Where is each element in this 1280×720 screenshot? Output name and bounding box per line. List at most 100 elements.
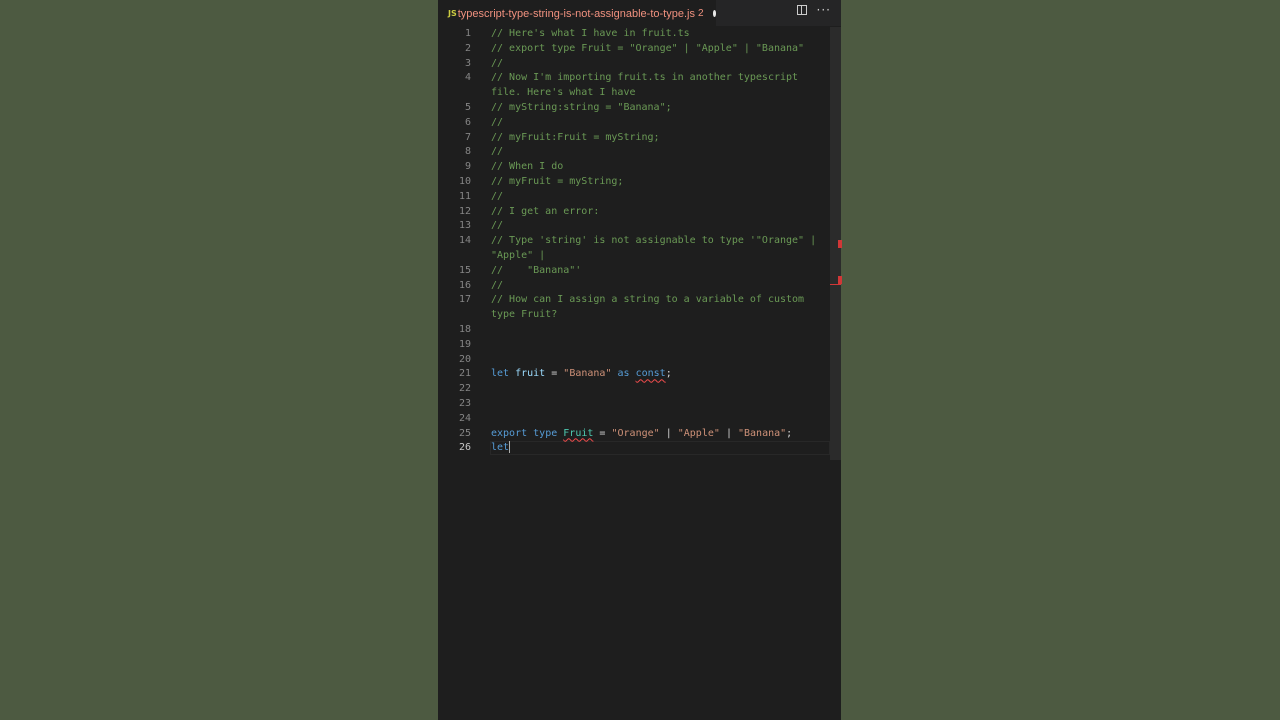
line-number: 6 xyxy=(464,116,471,128)
code-line-12: 12 // I get an error: xyxy=(438,205,830,220)
token-pipe: | xyxy=(665,427,672,439)
code-line-2: 2 // export type Fruit = "Orange" | "Appl… xyxy=(438,42,830,57)
line-number: 22 xyxy=(458,383,471,395)
line-text: // Here's what I have in fruit.ts xyxy=(491,28,690,39)
code-line-14: 14 // Type 'string' is not assignable to … xyxy=(438,234,830,249)
line-text: // export type Fruit = "Orange" | "Apple… xyxy=(491,42,805,54)
code-editor[interactable]: JS typescript-type-string-is-not-assigna… xyxy=(438,0,842,720)
line-number: 15 xyxy=(458,264,471,276)
line-text: let xyxy=(491,441,823,456)
token-let: let xyxy=(491,368,510,380)
line-number: 21 xyxy=(458,368,471,380)
code-line-15: 15 // "Banana"' xyxy=(438,264,830,279)
token-export: export xyxy=(491,427,528,439)
line-number: 11 xyxy=(458,190,471,202)
line-number: 17 xyxy=(458,294,471,306)
code-line-17-wrap: type Fruit? xyxy=(438,308,830,323)
line-number: 13 xyxy=(458,220,471,232)
token-semicolon: ; xyxy=(665,368,672,380)
line-text: // Type 'string' is not assignable to ty… xyxy=(491,235,817,247)
code-line-14-wrap: "Apple" | xyxy=(438,249,830,264)
unsaved-dot-icon[interactable] xyxy=(712,10,716,17)
line-text: let fruit = "Banana" as const; xyxy=(491,367,823,382)
token-equals: = xyxy=(599,427,606,439)
line-number: 10 xyxy=(458,175,471,187)
line-number: 2 xyxy=(464,42,471,54)
line-text: // myFruit:Fruit = myString; xyxy=(491,131,660,143)
line-number: 5 xyxy=(464,101,471,113)
token-banana: "Banana" xyxy=(563,368,612,380)
line-number: 16 xyxy=(458,279,471,291)
split-editor-icon[interactable] xyxy=(796,5,807,15)
code-line-19: 19 xyxy=(438,338,830,353)
line-text: // xyxy=(491,146,504,158)
line-text: export type Fruit = "Orange" | "Apple" |… xyxy=(491,427,823,442)
line-text: // myString:string = "Banana"; xyxy=(491,101,672,113)
code-line-24: 24 xyxy=(438,412,830,427)
line-number: 24 xyxy=(458,412,471,424)
code-line-16: 16 // xyxy=(438,279,830,294)
editor-tab[interactable]: JS typescript-type-string-is-not-assigna… xyxy=(438,0,716,26)
left-background xyxy=(0,0,438,720)
error-marker-icon xyxy=(838,240,842,248)
code-lines[interactable]: 1 // Here's what I have in fruit.ts 2 // e… xyxy=(438,27,830,456)
code-line-3: 3 // xyxy=(438,57,830,72)
code-line-8: 8 // xyxy=(438,145,830,160)
line-number: 3 xyxy=(464,57,471,69)
code-line-13: 13 // xyxy=(438,219,830,234)
line-text: // myFruit = myString; xyxy=(491,175,624,187)
code-line-11: 11 // xyxy=(438,190,830,205)
line-text: // I get an error: xyxy=(491,205,600,217)
code-line-18: 18 xyxy=(438,323,830,338)
token-const-error: const xyxy=(635,368,666,380)
code-line-1: 1 // Here's what I have in fruit.ts xyxy=(438,27,830,42)
line-number: 19 xyxy=(458,338,471,350)
code-line-10: 10 // myFruit = myString; xyxy=(438,175,830,190)
line-text: // xyxy=(491,220,504,232)
line-text: // xyxy=(491,116,504,128)
scroll-position-indicator xyxy=(830,284,841,285)
code-line-17: 17 // How can I assign a string to a vari… xyxy=(438,293,830,308)
line-number: 1 xyxy=(464,28,471,39)
code-line-25: 25 export type Fruit = "Orange" | "Apple"… xyxy=(438,427,830,442)
line-text: // How can I assign a string to a variab… xyxy=(491,294,805,306)
line-number: 20 xyxy=(458,353,471,365)
line-text: // Now I'm importing fruit.ts in another… xyxy=(491,72,799,84)
code-line-9: 9 // When I do xyxy=(438,160,830,175)
line-number: 8 xyxy=(464,146,471,158)
code-line-4-wrap: file. Here's what I have xyxy=(438,86,830,101)
token-semicolon: ; xyxy=(786,427,793,439)
text-cursor xyxy=(509,441,511,454)
token-fruit: fruit xyxy=(515,368,546,380)
editor-actions: ··· xyxy=(796,4,831,16)
code-line-26: 26 let xyxy=(438,441,830,456)
line-text: // xyxy=(491,279,504,291)
line-number: 7 xyxy=(464,131,471,143)
line-text: // xyxy=(491,190,504,202)
token-orange: "Orange" xyxy=(611,427,660,439)
line-number: 12 xyxy=(458,205,471,217)
javascript-file-icon: JS xyxy=(448,9,457,18)
token-type: type xyxy=(533,427,558,439)
code-line-6: 6 // xyxy=(438,116,830,131)
problem-count-badge: 2 xyxy=(697,8,704,19)
line-text: // "Banana"' xyxy=(491,264,582,276)
line-text: "Apple" | xyxy=(491,249,546,261)
token-banana: "Banana" xyxy=(738,427,787,439)
token-as: as xyxy=(617,368,630,380)
token-fruit-type-error: Fruit xyxy=(563,427,594,439)
more-actions-icon[interactable]: ··· xyxy=(817,4,831,16)
code-line-7: 7 // myFruit:Fruit = myString; xyxy=(438,131,830,146)
token-pipe: | xyxy=(725,427,732,439)
line-text: // When I do xyxy=(491,161,564,173)
token-let: let xyxy=(491,442,510,454)
line-text: // xyxy=(491,57,504,69)
code-line-22: 22 xyxy=(438,382,830,397)
line-text: file. Here's what I have xyxy=(491,87,636,99)
code-line-20: 20 xyxy=(438,353,830,368)
line-number: 9 xyxy=(464,161,471,173)
error-marker-icon xyxy=(838,276,842,284)
line-number: 18 xyxy=(458,323,471,335)
line-number: 25 xyxy=(458,427,471,439)
line-number: 14 xyxy=(458,235,471,247)
